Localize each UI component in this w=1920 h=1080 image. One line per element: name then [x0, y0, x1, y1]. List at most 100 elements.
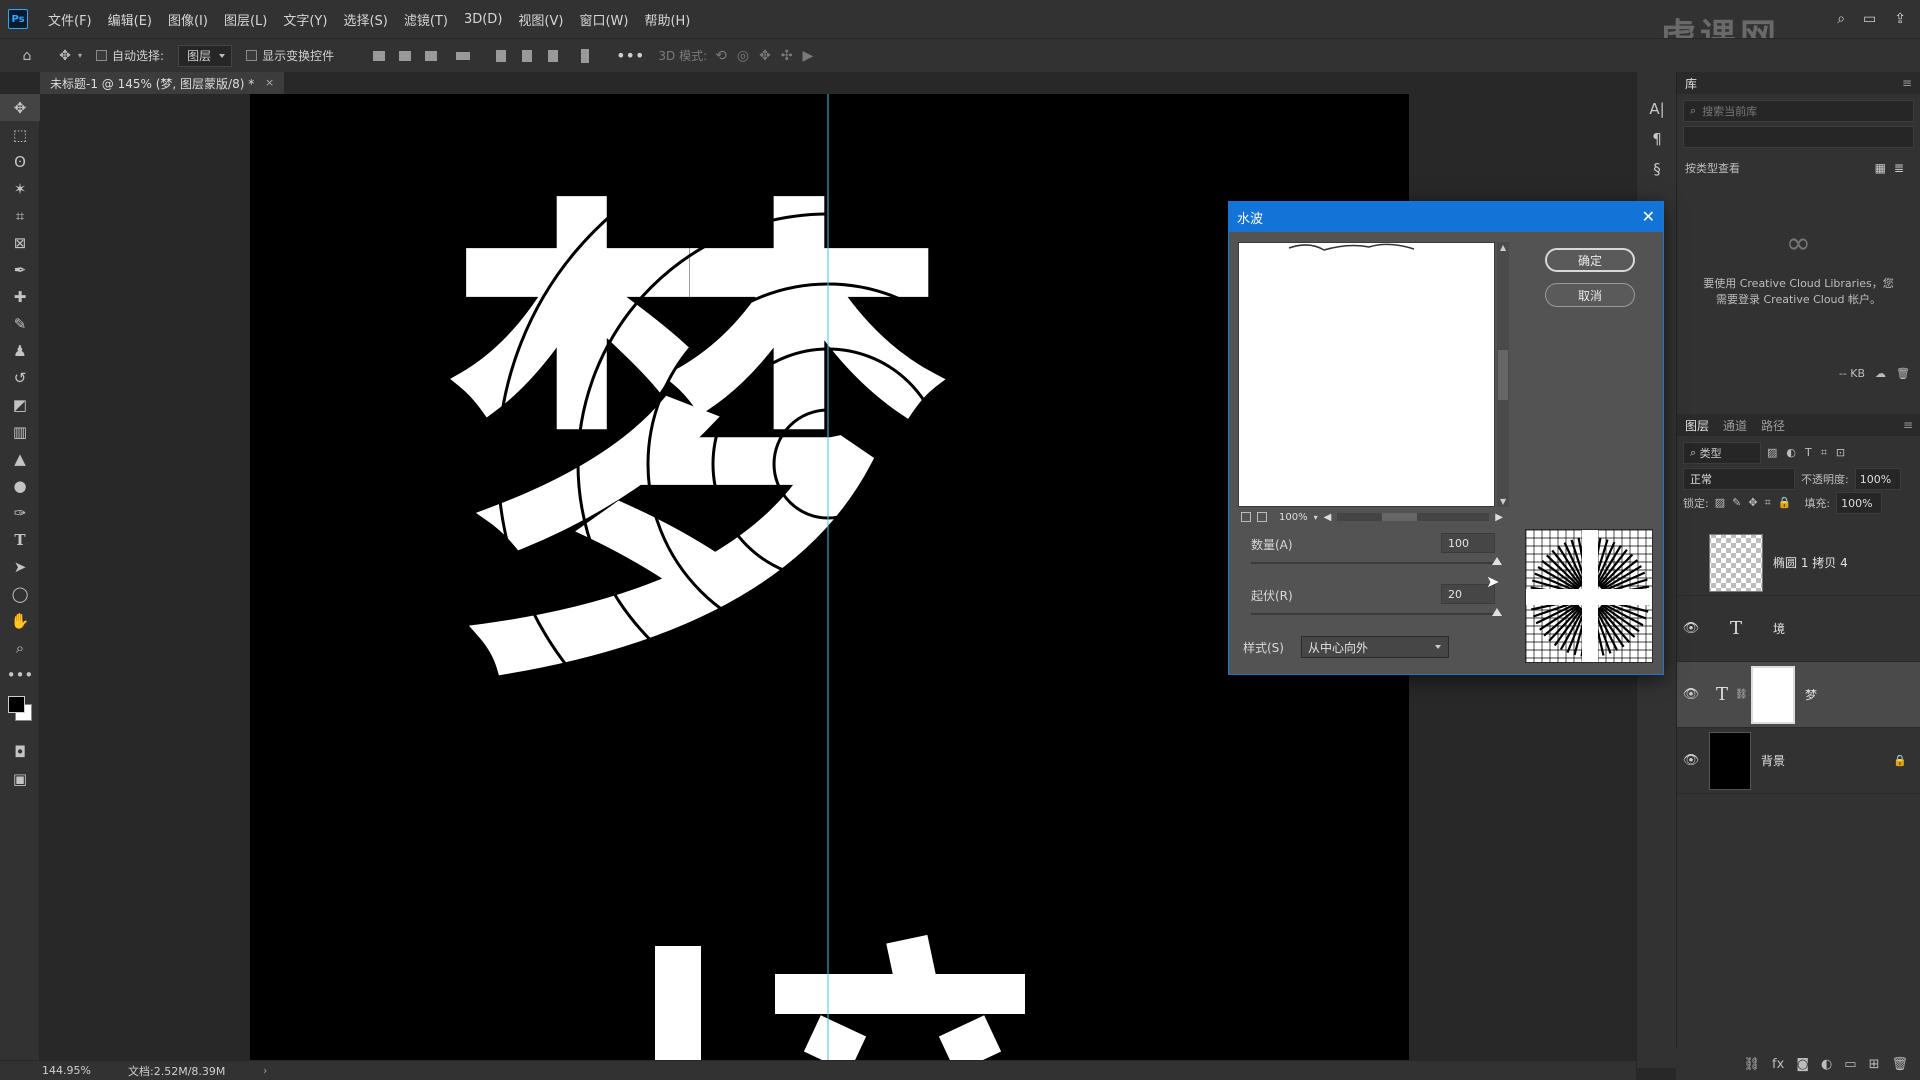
preview-hscroll-thumb[interactable]	[1382, 513, 1418, 521]
status-menu-arrow[interactable]: ›	[263, 1064, 267, 1077]
blend-mode-dropdown[interactable]: 正常	[1683, 468, 1795, 490]
link-icon[interactable]: ⛓	[1735, 689, 1748, 700]
zoom-out-icon[interactable]	[1241, 512, 1251, 522]
brush-tool-icon[interactable]: ✎	[0, 310, 40, 337]
menu-edit[interactable]: 编辑(E)	[100, 10, 160, 29]
3d-mode-icons[interactable]: ⟲◎✥✣▶	[715, 48, 823, 64]
pen-tool-icon[interactable]: ✑	[0, 499, 40, 526]
gradient-tool-icon[interactable]: ▥	[0, 418, 40, 445]
library-search-input[interactable]: ⌕ 搜索当前库	[1683, 100, 1914, 122]
share-icon[interactable]: ⇪	[1894, 11, 1906, 27]
layer-row[interactable]: 椭圆 1 拷贝 4	[1677, 530, 1920, 596]
align-bottom-icon[interactable]	[542, 45, 564, 67]
menu-type[interactable]: 文字(Y)	[275, 10, 335, 29]
align-left-icon[interactable]	[368, 45, 390, 67]
opacity-input[interactable]: 100%	[1854, 468, 1901, 490]
view-by-type-dropdown[interactable]: 按类型查看	[1685, 160, 1740, 176]
amount-slider-track[interactable]	[1251, 562, 1497, 564]
show-transform-toggle[interactable]: 显示变换控件	[246, 47, 334, 64]
more-options-icon[interactable]: •••	[616, 46, 644, 65]
layer-row[interactable]: 👁 T ⛓ 梦	[1677, 662, 1920, 728]
menu-3d[interactable]: 3D(D)	[456, 12, 510, 27]
zoom-readout[interactable]: 144.95%	[42, 1064, 128, 1077]
menu-select[interactable]: 选择(S)	[335, 10, 395, 29]
tab-library[interactable]: 库	[1685, 75, 1697, 92]
layer-mask-thumbnail[interactable]	[1751, 665, 1795, 724]
chevron-down-icon[interactable]: ▾	[1314, 513, 1318, 522]
hand-tool-icon[interactable]: ✋	[0, 607, 40, 634]
photoshop-logo-icon[interactable]: Ps	[8, 9, 28, 29]
link-layers-icon[interactable]: ⛓	[1744, 1057, 1761, 1072]
eye-icon[interactable]: 👁	[1677, 621, 1705, 636]
align-hcenter-icon[interactable]	[394, 45, 416, 67]
preview-horizontal-scrollbar[interactable]	[1337, 513, 1490, 521]
glyphs-panel-icon[interactable]: §	[1637, 154, 1677, 184]
chevron-down-icon[interactable]: ▾	[78, 51, 82, 60]
eyedropper-tool-icon[interactable]: ✒	[0, 256, 40, 283]
filter-preview[interactable]	[1238, 242, 1495, 507]
ridges-slider-track[interactable]	[1251, 613, 1497, 615]
auto-select-toggle[interactable]: 自动选择:	[96, 47, 164, 64]
preview-scroll-thumb[interactable]	[1498, 350, 1508, 400]
cloud-sync-icon[interactable]: ☁	[1875, 367, 1886, 380]
align-vcenter-icon[interactable]	[516, 45, 538, 67]
clone-stamp-tool-icon[interactable]: ♟	[0, 337, 40, 364]
layer-row[interactable]: 👁 背景 🔒	[1677, 728, 1920, 794]
eye-icon[interactable]: 👁	[1677, 753, 1705, 768]
search-icon[interactable]: ⌕	[1837, 11, 1845, 27]
amount-slider-knob[interactable]	[1492, 557, 1502, 565]
new-layer-icon[interactable]: ⊞	[1869, 1057, 1880, 1072]
quick-mask-icon[interactable]: ◘	[0, 738, 40, 765]
screen-mode-icon[interactable]: ▣	[0, 765, 40, 792]
magic-wand-tool-icon[interactable]: ✶	[0, 175, 40, 202]
delete-icon[interactable]: 🗑	[1896, 367, 1910, 380]
cancel-button[interactable]: 取消	[1545, 283, 1635, 307]
new-group-icon[interactable]: ▭	[1844, 1057, 1856, 1072]
path-selection-tool-icon[interactable]: ➤	[0, 553, 40, 580]
zoom-in-icon[interactable]	[1257, 512, 1267, 522]
menu-file[interactable]: 文件(F)	[40, 10, 100, 29]
panel-menu-icon[interactable]: ≡	[1903, 418, 1913, 432]
dodge-tool-icon[interactable]: ●	[0, 472, 40, 499]
layer-row[interactable]: 👁 T 境	[1677, 596, 1920, 662]
tab-paths[interactable]: 路径	[1761, 417, 1785, 434]
tab-channels[interactable]: 通道	[1723, 417, 1747, 434]
foreground-color-swatch[interactable]	[8, 696, 25, 713]
eraser-tool-icon[interactable]: ◩	[0, 391, 40, 418]
tab-layers[interactable]: 图层	[1685, 417, 1709, 434]
scroll-right-icon[interactable]: ▶	[1495, 512, 1503, 523]
adjustment-layer-icon[interactable]: ◐	[1821, 1057, 1832, 1072]
preview-vertical-scrollbar[interactable]: ▲ ▼	[1497, 242, 1509, 507]
menu-help[interactable]: 帮助(H)	[636, 10, 698, 29]
menu-window[interactable]: 窗口(W)	[571, 10, 636, 29]
crop-tool-icon[interactable]: ⌗	[0, 202, 40, 229]
healing-brush-tool-icon[interactable]: ✚	[0, 283, 40, 310]
auto-select-dropdown[interactable]: 图层	[178, 44, 233, 67]
preview-zoom-value[interactable]: 100%	[1279, 512, 1308, 523]
lock-options-icons[interactable]: ▨✎✥⌗🔒	[1715, 496, 1799, 510]
menu-image[interactable]: 图像(I)	[160, 10, 216, 29]
home-icon[interactable]: ⌂	[14, 43, 40, 69]
panel-menu-icon[interactable]: ≡	[1902, 76, 1912, 90]
more-tools-icon[interactable]: •••	[0, 661, 40, 688]
close-icon[interactable]: ×	[265, 76, 274, 89]
style-dropdown[interactable]: 从中心向外	[1301, 636, 1449, 658]
scroll-up-icon[interactable]: ▲	[1500, 243, 1506, 252]
fx-icon[interactable]: fx	[1772, 1057, 1784, 1072]
document-tab[interactable]: 未标题-1 @ 145% (梦, 图层蒙版/8) * ×	[40, 72, 285, 94]
layer-filter-icons[interactable]: ▨◐T⌗⊡	[1767, 446, 1854, 460]
lasso-tool-icon[interactable]: ʘ	[0, 148, 40, 175]
marquee-tool-icon[interactable]: ⬚	[0, 121, 40, 148]
show-transform-checkbox[interactable]	[246, 50, 258, 61]
align-top-icon[interactable]	[490, 45, 512, 67]
auto-select-checkbox[interactable]	[96, 50, 108, 61]
type-tool-icon[interactable]: T	[0, 526, 40, 553]
frame-tool-icon[interactable]: ⊠	[0, 229, 40, 256]
distribute-vertical-icon[interactable]	[574, 45, 596, 67]
character-panel-icon[interactable]: A|	[1637, 94, 1677, 124]
delete-layer-icon[interactable]: 🗑	[1891, 1057, 1908, 1072]
amount-input[interactable]: 100	[1441, 533, 1495, 553]
move-tool-preset-icon[interactable]: ✥	[52, 43, 78, 69]
paragraph-panel-icon[interactable]: ¶	[1637, 124, 1677, 154]
move-tool-icon[interactable]: ✥	[0, 94, 40, 121]
